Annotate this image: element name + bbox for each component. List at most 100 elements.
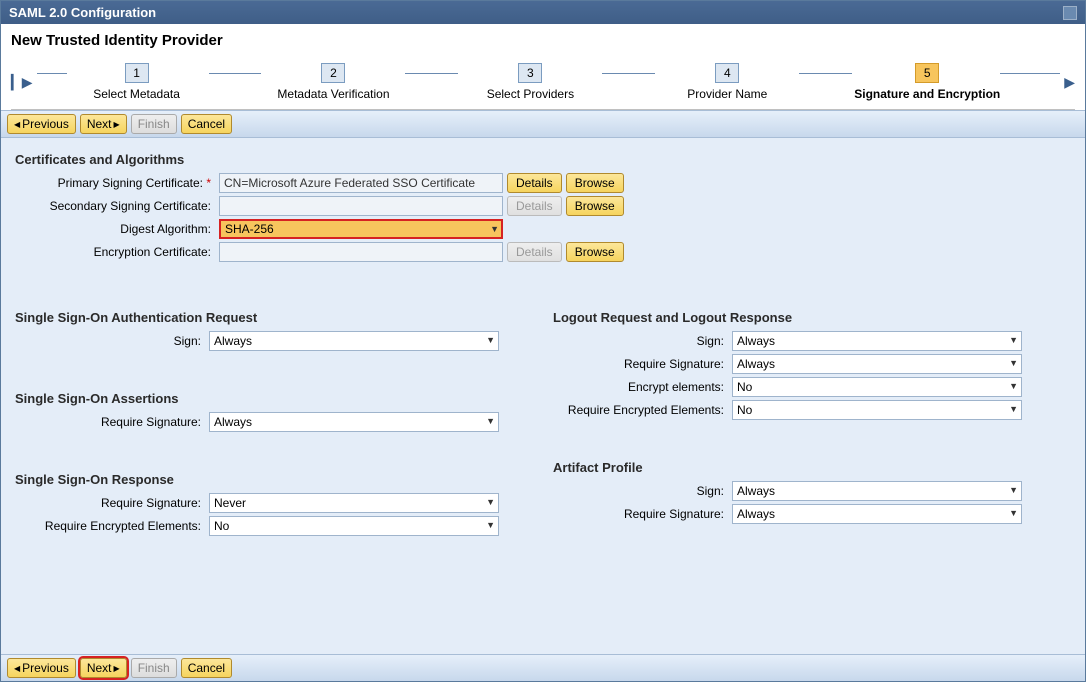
primary-signing-cert-input[interactable] (219, 173, 503, 193)
label-require-signature: Require Signature: (553, 507, 728, 521)
logout-require-encrypted-select[interactable]: No (732, 400, 1022, 420)
encryption-cert-input[interactable] (219, 242, 503, 262)
content-area: Certificates and Algorithms Primary Sign… (1, 138, 1085, 654)
chevron-right-icon: ▶ (114, 120, 120, 129)
row-sso-resp-reqenc: Require Encrypted Elements: No (15, 516, 533, 536)
label-sign: Sign: (553, 334, 728, 348)
label-sign: Sign: (15, 334, 205, 348)
wizard-line (405, 73, 458, 74)
wizard-step-3[interactable]: 3 Select Providers (460, 63, 600, 101)
section-artifact: Artifact Profile (553, 460, 1071, 475)
sso-resp-require-signature-select[interactable]: Never (209, 493, 499, 513)
step-label: Provider Name (687, 87, 767, 101)
wizard-steps: ▎▶ 1 Select Metadata 2 Metadata Verifica… (11, 59, 1075, 110)
secondary-signing-cert-input[interactable] (219, 196, 503, 216)
step-label: Select Metadata (93, 87, 180, 101)
step-number: 1 (125, 63, 149, 83)
logout-sign-select[interactable]: Always (732, 331, 1022, 351)
row-digest-algorithm: Digest Algorithm: SHA-256 (15, 219, 1071, 239)
browse-button[interactable]: Browse (566, 173, 624, 193)
logout-require-signature-select[interactable]: Always (732, 354, 1022, 374)
section-sso-auth: Single Sign-On Authentication Request (15, 310, 533, 325)
label-require-encrypted: Require Encrypted Elements: (15, 519, 205, 533)
row-sso-auth-sign: Sign: Always (15, 331, 533, 351)
details-button[interactable]: Details (507, 196, 562, 216)
step-label: Signature and Encryption (854, 87, 1000, 101)
finish-button[interactable]: Finish (131, 658, 177, 678)
label-encryption-cert: Encryption Certificate: (15, 245, 215, 259)
step-number: 4 (715, 63, 739, 83)
cancel-button[interactable]: Cancel (181, 114, 232, 134)
step-label: Select Providers (487, 87, 574, 101)
section-sso-assertions: Single Sign-On Assertions (15, 391, 533, 406)
chevron-left-icon: ◀ (14, 120, 20, 129)
browse-button[interactable]: Browse (566, 242, 624, 262)
label-require-signature: Require Signature: (15, 496, 205, 510)
label-require-signature: Require Signature: (15, 415, 205, 429)
finish-button[interactable]: Finish (131, 114, 177, 134)
details-button[interactable]: Details (507, 242, 562, 262)
wizard-line (602, 73, 655, 74)
step-number: 3 (518, 63, 542, 83)
wizard-end-icon: ▶ (1064, 74, 1075, 91)
next-button[interactable]: Next▶ (80, 658, 127, 678)
row-logout-reqenc: Require Encrypted Elements: No (553, 400, 1071, 420)
artifact-sign-select[interactable]: Always (732, 481, 1022, 501)
label-digest-algorithm: Digest Algorithm: (15, 222, 215, 236)
previous-button[interactable]: ◀Previous (7, 114, 76, 134)
section-logout: Logout Request and Logout Response (553, 310, 1071, 325)
label-sign: Sign: (553, 484, 728, 498)
cancel-button[interactable]: Cancel (181, 658, 232, 678)
previous-button[interactable]: ◀Previous (7, 658, 76, 678)
sso-resp-require-encrypted-select[interactable]: No (209, 516, 499, 536)
wizard-line (37, 73, 67, 74)
toolbar-top: ◀Previous Next▶ Finish Cancel (1, 110, 1085, 138)
next-button[interactable]: Next▶ (80, 114, 127, 134)
row-sso-assert-reqsig: Require Signature: Always (15, 412, 533, 432)
browse-button[interactable]: Browse (566, 196, 624, 216)
section-certificates: Certificates and Algorithms (15, 152, 1071, 167)
label-require-signature: Require Signature: (553, 357, 728, 371)
row-secondary-cert: Secondary Signing Certificate: Details B… (15, 196, 1071, 216)
row-primary-cert: Primary Signing Certificate: * Details B… (15, 173, 1071, 193)
wizard-line (799, 73, 852, 74)
wizard-step-1[interactable]: 1 Select Metadata (67, 63, 207, 101)
left-column: Single Sign-On Authentication Request Si… (15, 310, 533, 539)
sso-auth-sign-select[interactable]: Always (209, 331, 499, 351)
digest-algorithm-select[interactable]: SHA-256 (219, 219, 503, 239)
titlebar: SAML 2.0 Configuration (1, 1, 1085, 24)
label-primary-cert: Primary Signing Certificate: * (15, 176, 215, 190)
label-secondary-cert: Secondary Signing Certificate: (15, 199, 215, 213)
artifact-require-signature-select[interactable]: Always (732, 504, 1022, 524)
toolbar-bottom: ◀Previous Next▶ Finish Cancel (1, 654, 1085, 681)
row-encryption-cert: Encryption Certificate: Details Browse (15, 242, 1071, 262)
row-logout-reqsig: Require Signature: Always (553, 354, 1071, 374)
row-logout-sign: Sign: Always (553, 331, 1071, 351)
chevron-right-icon: ▶ (114, 664, 120, 673)
sso-assert-require-signature-select[interactable]: Always (209, 412, 499, 432)
two-column-area: Single Sign-On Authentication Request Si… (15, 310, 1071, 539)
section-sso-response: Single Sign-On Response (15, 472, 533, 487)
label-require-encrypted: Require Encrypted Elements: (553, 403, 728, 417)
details-button[interactable]: Details (507, 173, 562, 193)
step-number: 2 (321, 63, 345, 83)
saml-config-window: SAML 2.0 Configuration New Trusted Ident… (0, 0, 1086, 682)
wizard-line (209, 73, 262, 74)
right-column: Logout Request and Logout Response Sign:… (553, 310, 1071, 539)
maximize-icon[interactable] (1063, 6, 1077, 20)
wizard-line (1000, 73, 1060, 74)
wizard-step-2[interactable]: 2 Metadata Verification (263, 63, 403, 101)
wizard-step-4[interactable]: 4 Provider Name (657, 63, 797, 101)
row-artifact-reqsig: Require Signature: Always (553, 504, 1071, 524)
window-title: SAML 2.0 Configuration (9, 5, 156, 20)
row-logout-encrypt: Encrypt elements: No (553, 377, 1071, 397)
wizard-start-icon: ▎▶ (11, 74, 33, 91)
row-sso-resp-reqsig: Require Signature: Never (15, 493, 533, 513)
label-encrypt-elements: Encrypt elements: (553, 380, 728, 394)
wizard-step-5[interactable]: 5 Signature and Encryption (854, 63, 1000, 101)
row-artifact-sign: Sign: Always (553, 481, 1071, 501)
logout-encrypt-elements-select[interactable]: No (732, 377, 1022, 397)
chevron-left-icon: ◀ (14, 664, 20, 673)
step-number: 5 (915, 63, 939, 83)
page-title: New Trusted Identity Provider (11, 32, 1075, 49)
